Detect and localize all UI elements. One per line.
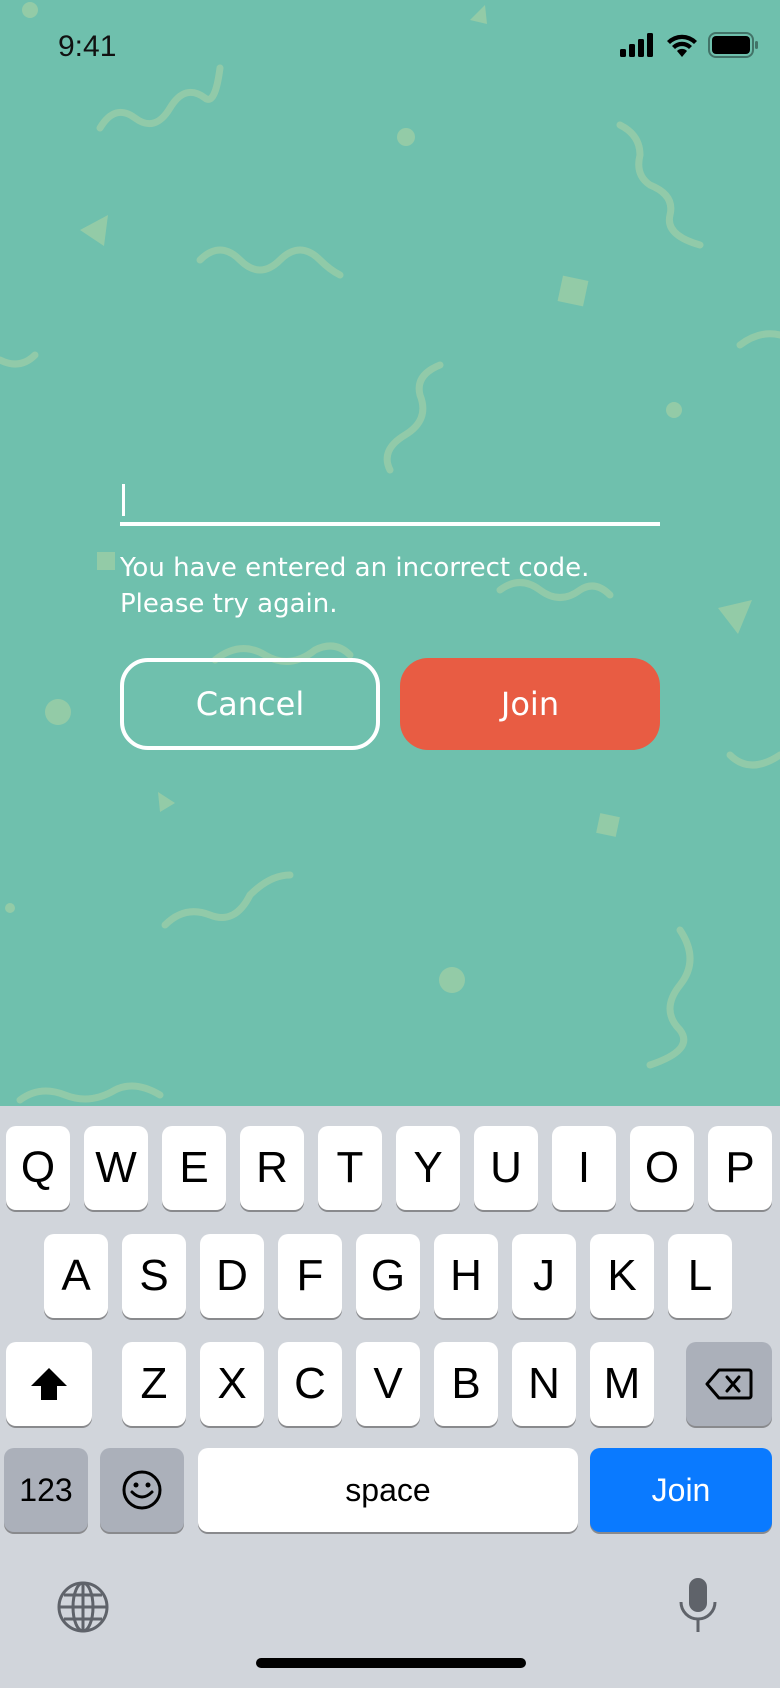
key-k[interactable]: K	[590, 1234, 654, 1318]
backspace-key[interactable]	[686, 1342, 772, 1426]
key-r[interactable]: R	[240, 1126, 304, 1210]
space-key[interactable]: space	[198, 1448, 578, 1532]
microphone-icon[interactable]	[676, 1576, 720, 1636]
home-indicator	[256, 1658, 526, 1668]
shift-key[interactable]	[6, 1342, 92, 1426]
key-l[interactable]: L	[668, 1234, 732, 1318]
key-x[interactable]: X	[200, 1342, 264, 1426]
error-message: You have entered an incorrect code. Plea…	[120, 550, 680, 622]
emoji-smiley-icon	[122, 1470, 162, 1510]
key-d[interactable]: D	[200, 1234, 264, 1318]
emoji-key[interactable]	[100, 1448, 184, 1532]
key-m[interactable]: M	[590, 1342, 654, 1426]
cancel-button[interactable]: Cancel	[120, 658, 380, 750]
battery-icon	[708, 32, 758, 58]
key-y[interactable]: Y	[396, 1126, 460, 1210]
key-w[interactable]: W	[84, 1126, 148, 1210]
code-input[interactable]	[120, 470, 688, 522]
key-o[interactable]: O	[630, 1126, 694, 1210]
key-f[interactable]: F	[278, 1234, 342, 1318]
key-v[interactable]: V	[356, 1342, 420, 1426]
key-i[interactable]: I	[552, 1126, 616, 1210]
key-n[interactable]: N	[512, 1342, 576, 1426]
key-s[interactable]: S	[122, 1234, 186, 1318]
key-c[interactable]: C	[278, 1342, 342, 1426]
return-join-key[interactable]: Join	[590, 1448, 772, 1532]
shift-arrow-icon	[31, 1368, 67, 1400]
error-line-1: You have entered an incorrect code.	[120, 553, 590, 583]
join-button[interactable]: Join	[400, 658, 660, 750]
key-p[interactable]: P	[708, 1126, 772, 1210]
key-u[interactable]: U	[474, 1126, 538, 1210]
key-g[interactable]: G	[356, 1234, 420, 1318]
status-time: 9:41	[58, 30, 117, 63]
key-q[interactable]: Q	[6, 1126, 70, 1210]
code-field[interactable]	[120, 470, 688, 526]
wifi-icon	[667, 34, 697, 57]
text-cursor	[122, 484, 125, 516]
delete-backspace-icon	[705, 1368, 753, 1400]
key-e[interactable]: E	[162, 1126, 226, 1210]
key-t[interactable]: T	[318, 1126, 382, 1210]
key-j[interactable]: J	[512, 1234, 576, 1318]
key-b[interactable]: B	[434, 1342, 498, 1426]
numbers-key[interactable]: 123	[4, 1448, 88, 1532]
key-h[interactable]: H	[434, 1234, 498, 1318]
globe-icon[interactable]	[56, 1580, 110, 1634]
status-icons	[620, 32, 758, 58]
keyboard: Q W E R T Y U I O P A S D F G H J K L Z …	[0, 1106, 780, 1688]
cellular-signal-icon	[620, 33, 653, 57]
key-z[interactable]: Z	[122, 1342, 186, 1426]
error-line-2: Please try again.	[120, 589, 338, 619]
key-a[interactable]: A	[44, 1234, 108, 1318]
